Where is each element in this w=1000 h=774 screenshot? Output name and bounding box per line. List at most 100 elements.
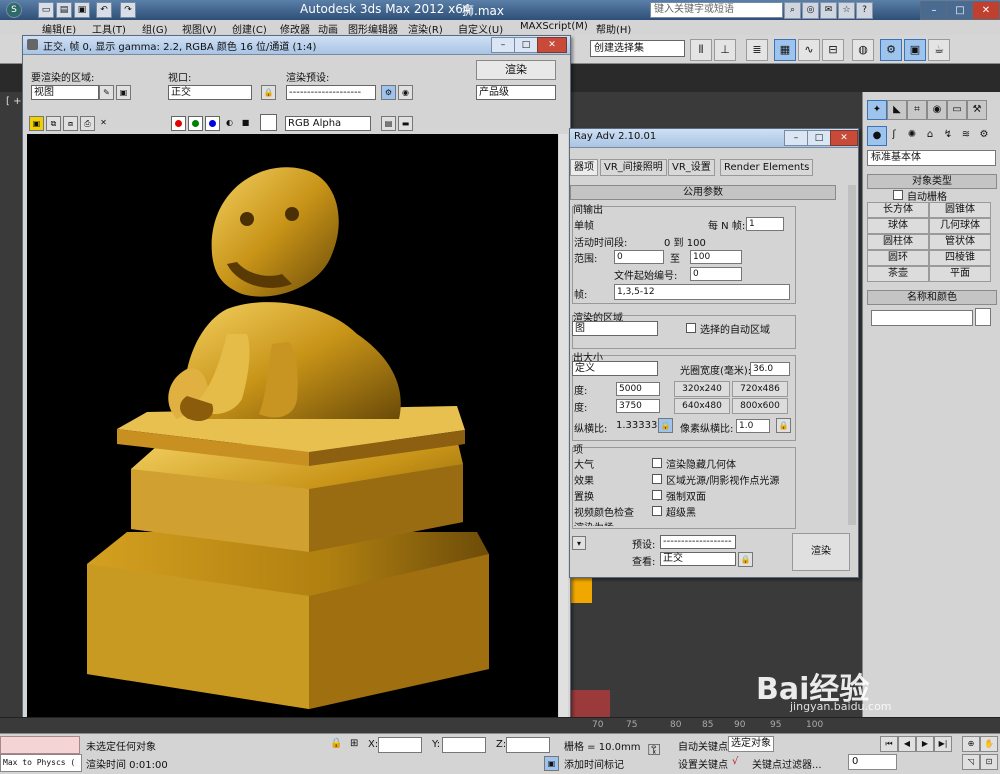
edit-region-icon[interactable]: ✎: [99, 85, 114, 100]
render-setup-scrollbar[interactable]: [848, 185, 856, 525]
menu-customize[interactable]: 自定义(U): [458, 21, 503, 36]
object-type-rollout[interactable]: 对象类型: [867, 174, 997, 189]
menu-tools[interactable]: 工具(T): [92, 21, 126, 36]
every-n-field[interactable]: 1: [746, 217, 784, 231]
render-setup-titlebar[interactable]: Ray Adv 2.10.01 – □ ✕: [570, 129, 858, 148]
set-key-button[interactable]: 设置关键点: [678, 756, 728, 771]
red-channel-button[interactable]: [171, 116, 186, 131]
rf-close-button[interactable]: ✕: [537, 37, 567, 53]
maximize-viewport-icon[interactable]: ⊡: [980, 754, 998, 770]
close-button[interactable]: ✕: [972, 1, 1000, 20]
search-input[interactable]: 键入关键字或短语: [650, 2, 783, 18]
name-color-rollout[interactable]: 名称和颜色: [867, 290, 997, 305]
frames-label[interactable]: 帧:: [574, 286, 587, 301]
tab-render-elements[interactable]: Render Elements: [720, 159, 814, 176]
width-field[interactable]: 5000: [616, 382, 660, 396]
rs-render-button[interactable]: 渲染: [792, 533, 850, 571]
common-parameters-rollout[interactable]: 公用参数: [570, 185, 836, 200]
helpers-icon[interactable]: ↯: [939, 126, 957, 144]
area-lights-checkbox[interactable]: [652, 474, 662, 484]
file-start-field[interactable]: 0: [690, 267, 742, 281]
track-bar[interactable]: 70 75 80 85 90 95 100: [0, 717, 1000, 734]
range-start-field[interactable]: 0: [614, 250, 664, 264]
toggle-ui-icon[interactable]: ▬: [398, 116, 413, 131]
subscription-icon[interactable]: ◎: [802, 2, 819, 19]
maxscript-output[interactable]: Max to Physcs (: [0, 754, 82, 772]
menu-maxscript[interactable]: MAXScript(M): [520, 21, 588, 32]
z-coordinate-field[interactable]: [506, 737, 550, 753]
render-production-icon[interactable]: ☕: [928, 39, 950, 61]
menu-help[interactable]: 帮助(H): [596, 21, 631, 36]
area-dropdown[interactable]: 图: [572, 321, 658, 336]
active-segment-label[interactable]: 活动时间段:: [574, 234, 627, 249]
frames-field[interactable]: 1,3,5-12: [614, 284, 790, 300]
absolute-mode-icon[interactable]: ⊞: [350, 738, 358, 749]
menu-modifiers[interactable]: 修改器: [280, 21, 310, 36]
plane-button[interactable]: 平面: [929, 266, 991, 282]
play-icon[interactable]: ▶: [916, 736, 934, 752]
single-frame-label[interactable]: 单帧: [574, 217, 594, 232]
autokey-button[interactable]: 自动关键点: [678, 738, 728, 753]
x-coordinate-field[interactable]: [378, 737, 422, 753]
tab-common[interactable]: 器项: [570, 159, 598, 176]
save-image-icon[interactable]: ▣: [29, 116, 44, 131]
sphere-button[interactable]: 球体: [867, 218, 929, 234]
zoom-extents-icon[interactable]: ⊕: [962, 736, 980, 752]
tab-vr-settings[interactable]: VR_设置: [668, 159, 715, 176]
render-hidden-checkbox[interactable]: [652, 458, 662, 468]
box-button[interactable]: 长方体: [867, 202, 929, 218]
curve-editor-icon[interactable]: ∿: [798, 39, 820, 61]
mode-dropdown[interactable]: ▾: [572, 536, 586, 550]
video-color-check-option[interactable]: 视频颜色检查: [574, 504, 634, 519]
shapes-icon[interactable]: ʃ: [885, 126, 903, 144]
key-icon[interactable]: ⚿: [648, 740, 660, 760]
motion-tab-icon[interactable]: ◉: [927, 100, 947, 120]
preset-800x600-button[interactable]: 800x600: [732, 398, 788, 414]
viewport-label[interactable]: [ +: [6, 96, 21, 107]
toggle-ui-overlay-icon[interactable]: ▤: [381, 116, 396, 131]
rs-view-lock-icon[interactable]: 🔒: [738, 552, 753, 567]
open-file-icon[interactable]: ▤: [56, 2, 72, 18]
render-preset-dropdown[interactable]: --------------------: [286, 85, 376, 100]
autogrid-checkbox[interactable]: [893, 190, 903, 200]
quality-dropdown[interactable]: 产品级: [476, 85, 556, 100]
lights-icon[interactable]: ✺: [903, 126, 921, 144]
blue-channel-button[interactable]: [205, 116, 220, 131]
effects-option[interactable]: 效果: [574, 472, 594, 487]
schematic-view-icon[interactable]: ⊟: [822, 39, 844, 61]
new-file-icon[interactable]: ▭: [38, 2, 54, 18]
tab-vr-gi[interactable]: VR_间接照明: [600, 159, 667, 176]
selection-set-dropdown[interactable]: 创建选择集: [590, 40, 685, 57]
teapot-button[interactable]: 茶壶: [867, 266, 929, 282]
rs-preset-dropdown[interactable]: --------------------: [660, 535, 736, 559]
copy-image-icon[interactable]: ⧉: [46, 116, 61, 131]
render-fields-option[interactable]: 渲染为场: [574, 519, 614, 526]
favorites-icon[interactable]: ☆: [838, 2, 855, 19]
cone-button[interactable]: 圆锥体: [929, 202, 991, 218]
create-tab-icon[interactable]: ✦: [867, 100, 887, 120]
preset-720x486-button[interactable]: 720x486: [732, 381, 788, 397]
redo-icon[interactable]: ↷: [120, 2, 136, 18]
display-tab-icon[interactable]: ▭: [947, 100, 967, 120]
alpha-channel-icon[interactable]: ◐: [223, 116, 236, 129]
green-channel-button[interactable]: [188, 116, 203, 131]
graphite-toggle-icon[interactable]: ▦: [774, 39, 796, 61]
preset-640x480-button[interactable]: 640x480: [674, 398, 730, 414]
align-icon[interactable]: ⊥: [714, 39, 736, 61]
auto-region-icon[interactable]: ▣: [116, 85, 131, 100]
save-file-icon[interactable]: ▣: [74, 2, 90, 18]
rs-close-button[interactable]: ✕: [830, 130, 858, 146]
viewport-dropdown[interactable]: 正交: [168, 85, 252, 100]
next-frame-icon[interactable]: ▶|: [934, 736, 952, 752]
displacement-option[interactable]: 置换: [574, 488, 594, 503]
pyramid-button[interactable]: 四棱锥: [929, 250, 991, 266]
object-name-field[interactable]: [871, 310, 973, 326]
previous-frame-icon[interactable]: ◀: [898, 736, 916, 752]
rs-view-dropdown[interactable]: 正交: [660, 552, 736, 566]
clear-icon[interactable]: ✕: [97, 116, 110, 129]
mirror-icon[interactable]: ⫴: [690, 39, 712, 61]
range-end-field[interactable]: 100: [690, 250, 742, 264]
torus-button[interactable]: 圆环: [867, 250, 929, 266]
tangent-icon[interactable]: √: [732, 756, 738, 767]
super-black-checkbox[interactable]: [652, 506, 662, 516]
